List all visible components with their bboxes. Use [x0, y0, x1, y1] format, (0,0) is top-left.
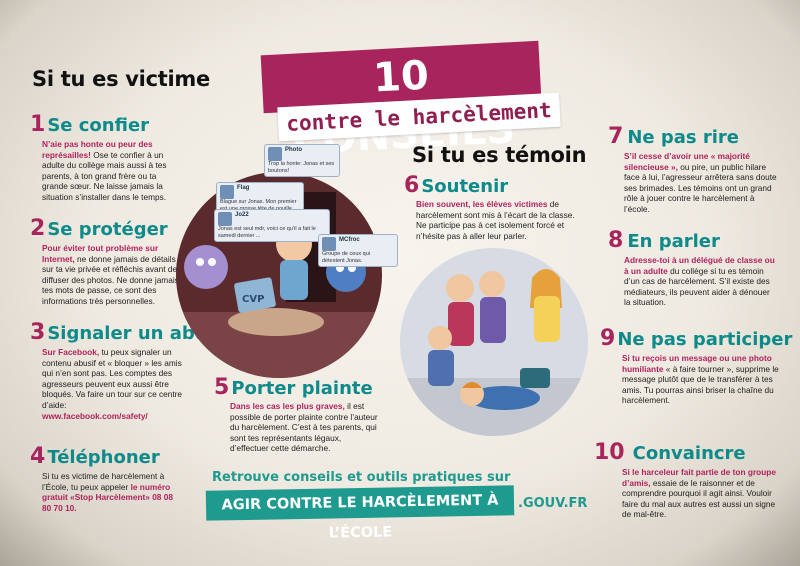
- chat-message: Photo Trop la honte: Jonas et ses bouton…: [264, 144, 340, 177]
- tip-title: Convaincre: [632, 443, 746, 464]
- tip-title: Porter plainte: [231, 378, 373, 399]
- witness-illustration: [400, 248, 588, 436]
- tip-6: 6 Soutenir Bien souvent, les élèves victi…: [404, 173, 582, 241]
- tip-2: 2 Se protéger Pour éviter tout problème s…: [30, 216, 180, 307]
- tip-number: 6: [404, 173, 420, 198]
- avatar: [322, 237, 336, 251]
- tip-number: 9: [600, 326, 616, 351]
- tip-7: 7 Ne pas rire S’il cesse d’avoir une « ma…: [608, 124, 778, 215]
- tip-4: 4 Téléphoner Si tu es victime de harcèlem…: [30, 444, 180, 513]
- tip-title: Ne pas rire: [627, 127, 739, 148]
- tip-lead: Bien souvent, les élèves victimes: [416, 199, 548, 209]
- witness-heading: Si tu es témoin: [412, 143, 587, 167]
- tip-10: 10 Convaincre Si le harceleur fait partie…: [594, 440, 780, 520]
- chat-author: Jo22: [235, 212, 249, 218]
- tip-number: 7: [608, 124, 624, 149]
- schoolyard-scene-image: [400, 269, 588, 436]
- tip-1: 1 Se confier N’aie pas honte ou peur des …: [30, 112, 180, 203]
- tip-5: 5 Porter plainte Dans les cas les plus gr…: [214, 375, 382, 454]
- tip-title: Téléphoner: [47, 447, 160, 468]
- avatar: [268, 147, 282, 161]
- poster: 10 CONSEILS contre le harcèlement Si tu …: [0, 0, 800, 566]
- tip-number: 3: [30, 320, 46, 345]
- tip-lead: Sur Facebook,: [42, 347, 100, 357]
- tip-number: 2: [30, 216, 46, 241]
- tip-title: Soutenir: [421, 176, 509, 197]
- chat-author: Flag: [237, 185, 250, 191]
- avatar: [220, 185, 234, 199]
- chat-text: Jonas est seul mdr, voici ce qu’il a fai…: [218, 226, 316, 239]
- tip-3: 3 Signaler un abus Sur Facebook, tu peux …: [30, 320, 218, 421]
- gov-site-tld[interactable]: .GOUV.FR: [518, 496, 587, 511]
- tip-number: 1: [30, 112, 46, 137]
- tip-title: Se protéger: [47, 219, 168, 240]
- tip-9: 9 Ne pas participer Si tu reçois un messa…: [600, 326, 792, 406]
- tip-number: 4: [30, 444, 46, 469]
- tip-title: En parler: [627, 231, 720, 252]
- tip-8: 8 En parler Adresse-toi à un délégué de c…: [608, 228, 778, 308]
- gov-site-name: AGIR CONTRE LE HARCÈLEMENT À L’ÉCOLE: [221, 492, 499, 542]
- laptop-label: CVP: [242, 294, 264, 305]
- chat-text: Groupe de ceux qui détestent Jonas.: [322, 251, 371, 264]
- chat-author: MCfroc: [339, 237, 360, 243]
- chat-author: Photo: [285, 147, 302, 153]
- avatar: [218, 212, 232, 226]
- tip-title: Ne pas participer: [617, 329, 793, 350]
- tip-number: 10: [594, 440, 625, 465]
- tip-title: Se confier: [47, 115, 150, 136]
- chat-message: Jo22 Jonas est seul mdr, voici ce qu’il …: [214, 209, 330, 242]
- tip-number: 5: [214, 375, 230, 400]
- gov-site-banner[interactable]: AGIR CONTRE LE HARCÈLEMENT À L’ÉCOLE: [205, 485, 515, 542]
- tip-lead: Dans les cas les plus graves,: [230, 401, 345, 411]
- chat-text: Trop la honte: Jonas et ses boutons!: [268, 161, 335, 174]
- footer-tagline: Retrouve conseils et outils pratiques su…: [212, 470, 511, 485]
- victim-heading: Si tu es victime: [32, 67, 210, 91]
- tip-number: 8: [608, 228, 624, 253]
- chat-message: MCfroc Groupe de ceux qui détestent Jona…: [318, 234, 398, 267]
- facebook-safety-link[interactable]: www.facebook.com/safety/: [42, 411, 148, 421]
